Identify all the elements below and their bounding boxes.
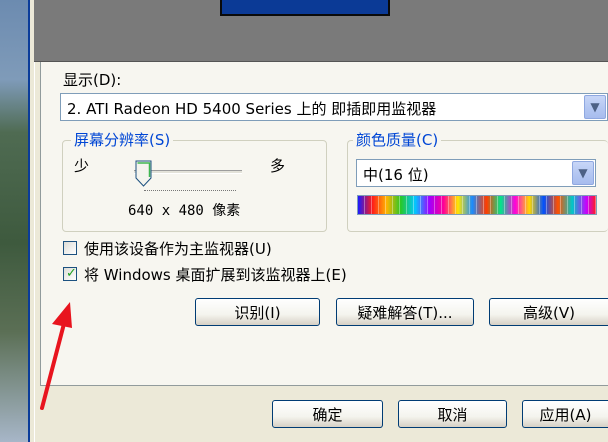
slider-ticks [144,188,236,191]
extend-desktop-checkbox[interactable]: ✓ [63,266,77,281]
troubleshoot-button[interactable]: 疑难解答(T)... [336,298,474,326]
primary-monitor-checkbox[interactable] [63,241,77,255]
resolution-more-label: 多 [270,157,286,175]
cancel-button[interactable]: 取消 [398,400,507,428]
monitor-preview-screen[interactable] [220,0,390,16]
chevron-down-icon[interactable]: ▼ [572,161,594,185]
extend-desktop-label[interactable]: 将 Windows 桌面扩展到该监视器上(E) [84,264,347,285]
checkmark-icon: ✓ [66,266,77,281]
chevron-down-icon[interactable]: ▼ [584,95,606,119]
red-arrow-icon [40,302,72,410]
display-label: 显示(D): [63,71,122,89]
color-palette-preview [357,195,597,215]
resolution-slider-thumb[interactable] [135,160,152,187]
identify-button[interactable]: 识别(I) [195,298,320,326]
advanced-button[interactable]: 高级(V) [489,298,608,326]
ok-button[interactable]: 确定 [272,400,383,428]
screen-resolution-title: 屏幕分辨率(S) [71,129,174,150]
monitor-preview-area [34,0,608,62]
resolution-less-label: 少 [74,157,90,175]
display-select-value: 2. ATI Radeon HD 5400 Series 上的 即插即用监视器 [67,100,437,118]
color-quality-title: 颜色质量(C) [353,129,442,150]
resolution-value: 640 x 480 像素 [128,203,241,219]
primary-monitor-label[interactable]: 使用该设备作为主监视器(U) [84,238,272,259]
color-quality-value: 中(16 位) [363,166,429,184]
color-quality-select[interactable]: 中(16 位) ▼ [356,159,596,187]
apply-button[interactable]: 应用(A) [522,400,608,428]
display-select[interactable]: 2. ATI Radeon HD 5400 Series 上的 即插即用监视器 … [60,93,608,121]
